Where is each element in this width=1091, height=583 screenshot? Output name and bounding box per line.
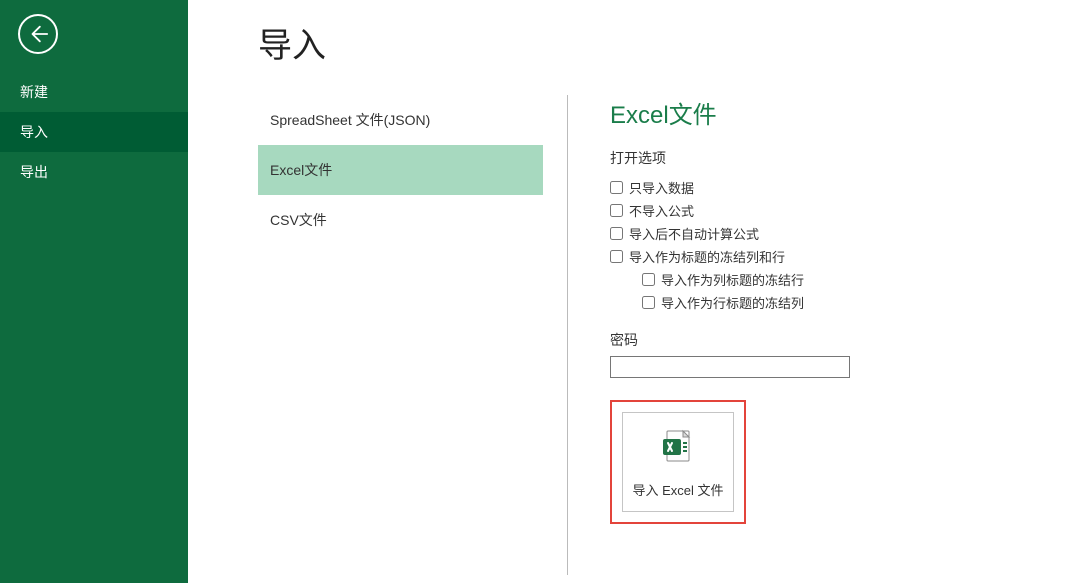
checkbox-no-auto-calc[interactable] bbox=[610, 227, 623, 240]
import-button-highlight: 导入 Excel 文件 bbox=[610, 400, 746, 524]
back-button[interactable] bbox=[18, 14, 58, 54]
checkbox-label-no-auto-calc: 导入后不自动计算公式 bbox=[629, 224, 759, 243]
options-section-label: 打开选项 bbox=[610, 148, 850, 168]
sidebar-item-new[interactable]: 新建 bbox=[0, 72, 188, 112]
checkbox-freeze-header[interactable] bbox=[610, 250, 623, 263]
main-area: 导入 SpreadSheet 文件(JSON) Excel文件 CSV文件 Ex… bbox=[188, 0, 1091, 583]
checkbox-freeze-rows[interactable] bbox=[642, 296, 655, 309]
checkbox-row-only-data: 只导入数据 bbox=[610, 178, 850, 197]
checkbox-row-no-formula: 不导入公式 bbox=[610, 201, 850, 220]
excel-file-icon bbox=[661, 429, 695, 466]
password-label: 密码 bbox=[610, 330, 850, 350]
list-item-excel[interactable]: Excel文件 bbox=[258, 145, 543, 195]
checkbox-no-formula[interactable] bbox=[610, 204, 623, 217]
detail-panel: Excel文件 打开选项 只导入数据 不导入公式 导入后不自动计算公式 导入作为… bbox=[568, 95, 880, 575]
file-type-list: SpreadSheet 文件(JSON) Excel文件 CSV文件 bbox=[258, 95, 568, 575]
page-title: 导入 bbox=[258, 18, 1091, 67]
arrow-left-icon bbox=[27, 23, 49, 45]
list-item-csv[interactable]: CSV文件 bbox=[258, 195, 543, 245]
checkbox-row-freeze-cols: 导入作为列标题的冻结行 bbox=[642, 270, 850, 289]
sidebar: 新建 导入 导出 bbox=[0, 0, 188, 583]
checkbox-row-no-auto-calc: 导入后不自动计算公式 bbox=[610, 224, 850, 243]
import-excel-button[interactable]: 导入 Excel 文件 bbox=[622, 412, 734, 512]
checkbox-only-data[interactable] bbox=[610, 181, 623, 194]
checkbox-label-freeze-header: 导入作为标题的冻结列和行 bbox=[629, 247, 785, 266]
detail-heading: Excel文件 bbox=[610, 95, 850, 130]
checkbox-label-only-data: 只导入数据 bbox=[629, 178, 694, 197]
list-item-json[interactable]: SpreadSheet 文件(JSON) bbox=[258, 95, 543, 145]
password-input[interactable] bbox=[610, 356, 850, 378]
content-columns: SpreadSheet 文件(JSON) Excel文件 CSV文件 Excel… bbox=[258, 95, 1091, 575]
checkbox-row-freeze-header: 导入作为标题的冻结列和行 bbox=[610, 247, 850, 266]
checkbox-label-freeze-cols: 导入作为列标题的冻结行 bbox=[661, 270, 804, 289]
checkbox-label-freeze-rows: 导入作为行标题的冻结列 bbox=[661, 293, 804, 312]
checkbox-freeze-cols[interactable] bbox=[642, 273, 655, 286]
checkbox-row-freeze-rows: 导入作为行标题的冻结列 bbox=[642, 293, 850, 312]
sidebar-item-export[interactable]: 导出 bbox=[0, 152, 188, 192]
checkbox-label-no-formula: 不导入公式 bbox=[629, 201, 694, 220]
import-button-label: 导入 Excel 文件 bbox=[623, 480, 733, 499]
sidebar-item-import[interactable]: 导入 bbox=[0, 112, 188, 152]
